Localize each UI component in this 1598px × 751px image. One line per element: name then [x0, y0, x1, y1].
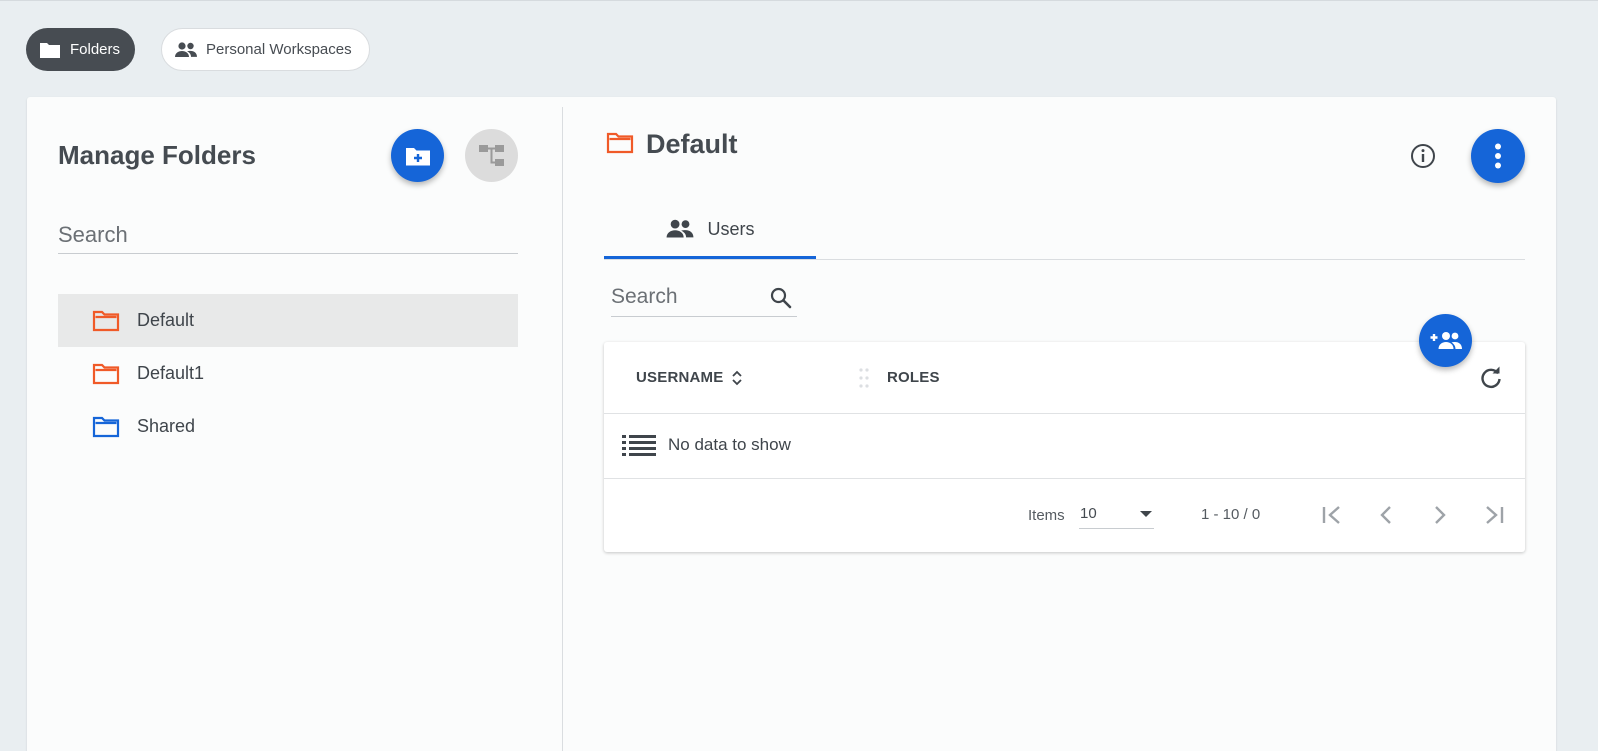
empty-state: No data to show	[622, 434, 791, 456]
people-icon	[667, 219, 694, 238]
add-folder-button[interactable]	[391, 129, 444, 182]
manage-folders-title: Manage Folders	[58, 140, 256, 170]
panel-divider	[562, 107, 563, 751]
folder-outline-icon	[606, 132, 634, 154]
folder-outline-icon	[92, 416, 120, 437]
items-per-page-select[interactable]: 10	[1079, 499, 1154, 529]
folder-plus-icon	[405, 147, 430, 165]
empty-state-text: No data to show	[668, 435, 791, 454]
tree-icon	[478, 144, 504, 166]
folder-title: Default	[646, 129, 738, 159]
folder-label: Default	[137, 310, 195, 330]
folders-chip-label: Folders	[70, 41, 121, 58]
folder-list: Default Default1 Shared	[58, 294, 518, 453]
folder-item-default1[interactable]: Default1	[58, 347, 518, 400]
personal-workspaces-chip[interactable]: Personal Workspaces	[161, 28, 370, 71]
paginator: Items 10 1 - 10 / 0	[604, 479, 1525, 552]
user-search-field	[611, 278, 797, 317]
refresh-icon[interactable]	[1478, 366, 1504, 392]
page-range: 1 - 10 / 0	[1201, 506, 1261, 523]
chevron-down-icon	[1140, 510, 1152, 517]
tab-users-label: Users	[707, 218, 755, 239]
add-group-icon	[1430, 331, 1462, 349]
folder-search-input[interactable]	[58, 216, 518, 254]
folder-label: Default1	[137, 363, 205, 383]
column-header-username[interactable]: USERNAME	[636, 369, 743, 386]
last-page-icon[interactable]	[1480, 503, 1506, 527]
previous-page-icon[interactable]	[1374, 503, 1398, 527]
column-resize-handle[interactable]	[858, 367, 870, 389]
folder-label: Shared	[137, 416, 196, 436]
folder-icon	[40, 42, 60, 58]
folder-item-shared[interactable]: Shared	[58, 400, 518, 453]
search-icon[interactable]	[769, 286, 793, 310]
personal-workspaces-label: Personal Workspaces	[206, 41, 352, 58]
more-options-button[interactable]	[1471, 129, 1525, 183]
items-per-page-label: Items	[1028, 507, 1065, 524]
users-table: USERNAME ROLES No data to show Items 10 …	[604, 342, 1525, 552]
tab-users[interactable]: Users	[604, 200, 816, 258]
items-per-page-value: 10	[1080, 505, 1097, 522]
add-users-button[interactable]	[1419, 314, 1472, 367]
first-page-icon[interactable]	[1320, 503, 1346, 527]
people-icon	[175, 41, 197, 57]
folder-outline-icon	[92, 310, 120, 331]
folder-outline-icon	[92, 363, 120, 384]
next-page-icon[interactable]	[1428, 503, 1452, 527]
more-vertical-icon	[1495, 143, 1501, 169]
tabs-divider	[604, 259, 1525, 260]
folder-item-default[interactable]: Default	[58, 294, 518, 347]
user-search-input[interactable]	[611, 285, 761, 309]
sort-icon	[732, 370, 743, 385]
folders-chip[interactable]: Folders	[26, 28, 135, 71]
info-icon[interactable]	[1409, 142, 1437, 170]
list-icon	[622, 435, 656, 456]
top-border	[0, 0, 1598, 1]
column-label: USERNAME	[636, 369, 724, 386]
column-label: ROLES	[887, 369, 940, 386]
tree-view-button[interactable]	[465, 129, 518, 182]
table-header: USERNAME ROLES	[604, 342, 1525, 414]
column-header-roles[interactable]: ROLES	[887, 369, 940, 386]
